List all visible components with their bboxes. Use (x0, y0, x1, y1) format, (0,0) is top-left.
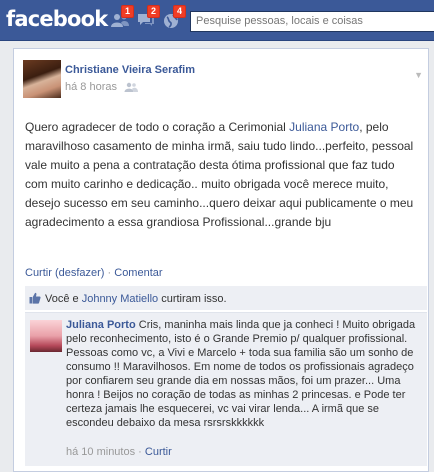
search-input[interactable]: Pesquise pessoas, locais e coisas (190, 11, 434, 32)
comment-item: Juliana Porto Cris, maninha mais linda q… (25, 312, 427, 466)
post-timestamp[interactable]: há 8 horas (65, 81, 117, 93)
post-body-text-end: , pelo maravilhoso casamento de minha ir… (25, 120, 414, 229)
author-avatar[interactable] (23, 60, 61, 98)
comment-link[interactable]: Comentar (114, 267, 162, 279)
post-actions: Curtir (desfazer) · Comentar (25, 267, 163, 279)
liker-name-link[interactable]: Johnny Matiello (82, 293, 158, 305)
likes-suffix: curtiram isso. (158, 293, 227, 305)
friends-audience-icon[interactable] (124, 82, 139, 93)
post-author-name[interactable]: Christiane Vieira Serafim (65, 64, 195, 76)
comment-like-link[interactable]: Curtir (145, 446, 172, 458)
friend-requests-count: 1 (120, 5, 134, 18)
unlike-link[interactable]: Curtir (desfazer) (25, 267, 104, 279)
thumbs-up-icon (29, 292, 41, 304)
commenter-avatar[interactable] (30, 320, 62, 352)
notifications-count: 4 (172, 5, 186, 18)
feed-story: Christiane Vieira Serafim há 8 horas ▼ Q… (13, 48, 429, 472)
notifications-jewel[interactable]: 4 (160, 5, 186, 31)
messages-jewel[interactable]: 2 (134, 5, 160, 31)
comment-body: Juliana Porto Cris, maninha mais linda q… (66, 318, 418, 430)
action-separator: · (104, 267, 115, 279)
tagged-page-link[interactable]: Juliana Porto (289, 120, 359, 134)
story-options-chevron-icon[interactable]: ▼ (414, 70, 423, 80)
comment-text: Cris, maninha mais linda que ja conheci … (66, 319, 416, 429)
post-meta: há 8 horas (65, 81, 139, 93)
likes-sentence: Você e Johnny Matiello curtiram isso. (25, 286, 427, 310)
commenter-name-link[interactable]: Juliana Porto (66, 319, 136, 331)
comment-separator: · (135, 446, 145, 458)
facebook-logo[interactable]: facebook (6, 7, 108, 31)
comment-meta: há 10 minutos · Curtir (66, 446, 172, 458)
top-navigation-bar: facebook 1 2 4 Pesquise pessoas, locais … (0, 0, 434, 41)
comment-timestamp[interactable]: há 10 minutos (66, 446, 135, 458)
friend-requests-jewel[interactable]: 1 (108, 5, 134, 31)
likes-prefix: Você e (45, 293, 82, 305)
post-body: Quero agradecer de todo o coração a Ceri… (25, 118, 420, 232)
post-body-text-start: Quero agradecer de todo o coração a Ceri… (25, 120, 290, 134)
messages-count: 2 (146, 5, 160, 18)
